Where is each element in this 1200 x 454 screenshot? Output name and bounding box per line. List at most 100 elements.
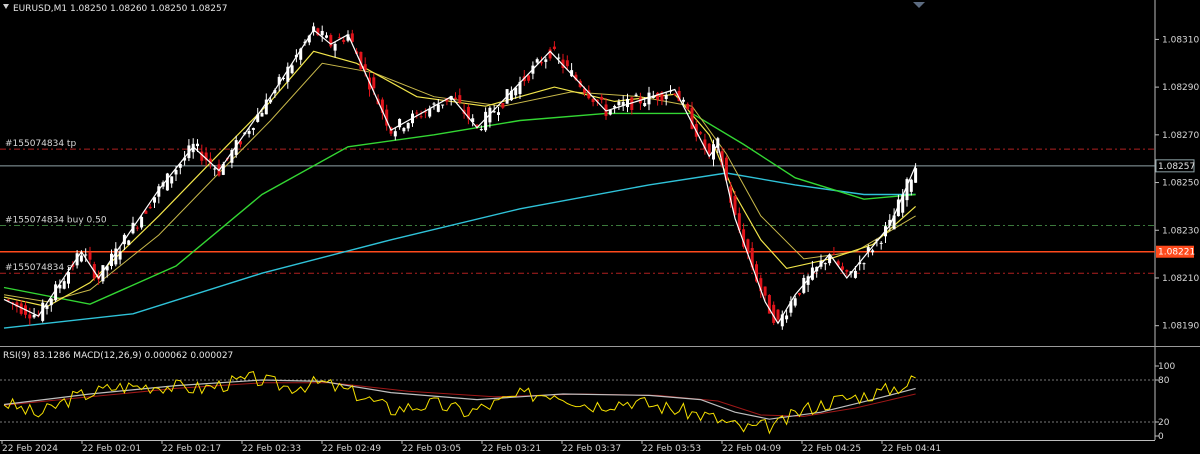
candle-body [664,94,668,99]
candle-body [617,101,621,106]
candle-body [88,252,92,260]
price-tick-label: 1.08190 [1162,322,1199,332]
candle-body [707,143,711,154]
time-tick-label: 22 Feb 02:49 [322,444,381,454]
candle-body [333,43,337,51]
rsi-tick-label: 80 [1158,376,1170,386]
candle-body [84,254,88,256]
candle-body [540,62,543,64]
time-tick-label: 22 Feb 04:41 [882,444,941,454]
price-tick-label: 1.08210 [1162,274,1199,284]
buy-entry-label: #155074834 buy 0.50 [5,215,107,225]
order-price-label: 1.08221 [1158,248,1195,258]
candle-body [479,129,483,131]
candle-body [247,131,251,134]
candle-body [845,269,849,272]
price-tick-label: 1.08250 [1162,179,1199,189]
price-tick-label: 1.08230 [1162,226,1199,236]
candle-body [565,60,569,67]
candle-body [79,255,83,262]
candle-body [686,103,690,110]
candle-body [118,251,122,260]
rsi-tick-label: 100 [1158,362,1175,372]
candle-body [135,227,139,229]
candle-body [196,143,199,147]
candle-body [342,39,346,42]
candle-body [419,116,423,118]
candle-body [699,132,703,134]
time-tick-label: 22 Feb 03:21 [482,444,541,454]
candle-body [290,65,294,74]
candle-body [28,314,32,319]
candle-body [170,176,174,184]
candle-body [634,94,638,97]
price-tick-label: 1.08270 [1162,131,1199,141]
candle-body [260,112,264,117]
candle-body [626,98,629,108]
time-tick-label: 22 Feb 04:09 [722,444,781,454]
current-price-label: 1.08257 [1158,162,1195,172]
candle-body [432,103,436,105]
time-tick-label: 22 Feb 02:33 [242,444,301,454]
candle-body [853,270,857,278]
candle-body [127,240,131,245]
candle-body [798,292,801,295]
candle-body [325,35,328,38]
candle-body [785,315,789,320]
candle-body [591,98,595,103]
candle-body [832,253,836,255]
candle-body [501,103,505,108]
candle-body [320,30,324,36]
candle-body [49,298,53,306]
candle-body [174,169,178,175]
candle-body [436,104,440,112]
candle-body [763,286,767,296]
candle-body [251,128,255,130]
candle-body [213,168,217,170]
candle-body [32,314,36,318]
candle-body [871,250,875,253]
candle-body [862,263,866,265]
candle-body [828,256,832,264]
candle-body [823,263,827,265]
price-tick-label: 1.08290 [1162,83,1199,93]
candle-body [914,168,918,183]
time-tick-label: 22 Feb 02:01 [82,444,141,454]
candle-body [776,309,780,320]
indicator-header: RSI(9) 83.1286 MACD(12,26,9) 0.000062 0.… [3,351,233,361]
time-tick-label: 22 Feb 02:17 [162,444,221,454]
candle-body [45,305,49,309]
candle-body [393,131,397,137]
candle-body [441,104,445,106]
candle-body [841,266,844,270]
candle-body [402,127,406,132]
candle-body [527,75,531,81]
symbol-header: EURUSD,M1 1.08250 1.08260 1.08250 1.0825… [13,4,227,14]
candle-body [67,272,70,284]
candle-body [535,59,539,63]
candle-body [458,95,462,103]
time-tick-label: 22 Feb 03:05 [402,444,461,454]
candle-body [909,179,913,192]
time-tick-label: 22 Feb 04:25 [802,444,861,454]
trading-chart[interactable]: EURUSD,M1 1.08250 1.08260 1.08250 1.0825… [0,0,1200,454]
candle-body [600,96,604,100]
candle-body [793,298,797,306]
candle-body [544,59,548,62]
rsi-tick-label: 20 [1158,418,1170,428]
candle-body [673,93,677,95]
candle-body [681,99,685,102]
time-tick-label: 22 Feb 03:53 [642,444,701,454]
time-tick-label: 22 Feb 2024 [2,444,58,454]
candle-body [497,112,500,115]
candle-body [415,112,419,114]
candle-body [557,57,561,59]
candle-body [165,173,169,191]
candle-body [269,99,273,103]
candle-body [148,206,152,209]
price-tick-label: 1.08310 [1162,35,1199,45]
candle-body [406,122,410,129]
candle-body [372,77,376,89]
candle-body [454,97,457,99]
candle-body [62,281,66,289]
